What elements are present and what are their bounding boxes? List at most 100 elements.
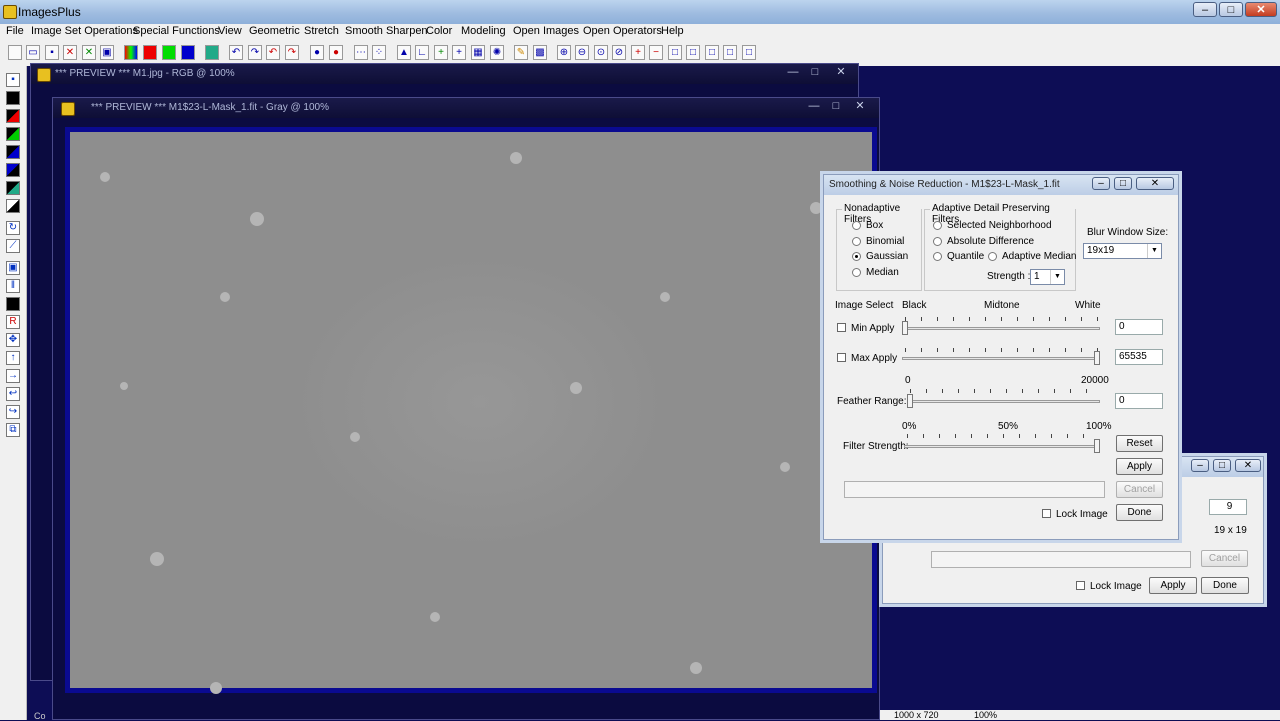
maximize-button[interactable]: □ [1213, 459, 1231, 472]
pencil-icon[interactable]: ✎ [514, 45, 528, 60]
dotted-line-icon[interactable]: ⋯ [354, 45, 368, 60]
zoom-fit-icon[interactable]: ⊙ [594, 45, 608, 60]
feather-field[interactable]: 0 [1115, 393, 1163, 409]
radio-binomial[interactable] [852, 237, 861, 246]
preview-window-gray-titlebar[interactable]: *** PREVIEW *** M1$23-L-Mask_1.fit - Gra… [53, 98, 879, 118]
menu-open-operators[interactable]: Open Operators [583, 25, 662, 37]
menu-file[interactable]: File [6, 25, 24, 37]
menu-smooth-sharpen[interactable]: Smooth Sharpen [345, 25, 428, 37]
close-button[interactable]: ✕ [851, 100, 869, 113]
apply-button[interactable]: Apply [1149, 577, 1197, 594]
menu-modeling[interactable]: Modeling [461, 25, 506, 37]
menu-special-functions[interactable]: Special Functions [133, 25, 220, 37]
radio-box[interactable] [852, 221, 861, 230]
plus-icon[interactable]: + [434, 45, 448, 60]
close-button[interactable]: ✕ [1136, 177, 1174, 190]
window-size-field[interactable]: 9 [1209, 499, 1247, 515]
menu-geometric[interactable]: Geometric [249, 25, 300, 37]
r-icon[interactable]: R [6, 315, 20, 329]
save-icon[interactable]: ▪ [45, 45, 59, 60]
close-all-icon[interactable]: ✕ [82, 45, 96, 60]
feather-slider[interactable] [907, 394, 913, 408]
lock-image-checkbox[interactable] [1076, 581, 1085, 590]
zoom-in-icon[interactable]: ⊕ [557, 45, 571, 60]
done-button[interactable]: Done [1201, 577, 1249, 594]
undo-all-icon[interactable]: ↶ [266, 45, 280, 60]
rgb-icon[interactable] [124, 45, 138, 60]
move-icon[interactable]: ✥ [6, 333, 20, 347]
minimize-button[interactable]: — [784, 66, 802, 79]
preview-window-gray[interactable]: *** PREVIEW *** M1$23-L-Mask_1.fit - Gra… [52, 97, 880, 720]
max-apply-field[interactable]: 65535 [1115, 349, 1163, 365]
radio-selected-neighborhood[interactable] [933, 221, 942, 230]
black-icon[interactable] [6, 297, 20, 311]
invert-icon[interactable] [6, 199, 20, 213]
blur-window-select[interactable]: 19x19 ▼ [1083, 243, 1162, 259]
menu-stretch[interactable]: Stretch [304, 25, 339, 37]
undo-step-icon[interactable]: ↩ [6, 387, 20, 401]
blue-point-icon[interactable] [6, 145, 20, 159]
mosaic-icon[interactable]: ▩ [533, 45, 547, 60]
ellipse-select-icon[interactable]: ● [310, 45, 324, 60]
grid-icon[interactable] [205, 45, 219, 60]
strength-select[interactable]: 1 ▼ [1030, 269, 1065, 285]
preview-image[interactable] [65, 127, 877, 694]
red-point-icon[interactable] [6, 109, 20, 123]
maximize-button[interactable]: □ [1114, 177, 1132, 190]
radio-quantile[interactable] [933, 252, 942, 261]
subtract-icon[interactable]: − [649, 45, 663, 60]
scatter-icon[interactable]: ⁘ [372, 45, 386, 60]
red-channel-icon[interactable] [143, 45, 157, 60]
redo-icon[interactable]: ↷ [248, 45, 262, 60]
min-apply-checkbox[interactable] [837, 323, 846, 332]
min-apply-field[interactable]: 0 [1115, 319, 1163, 335]
window-5-icon[interactable]: □ [742, 45, 756, 60]
new-icon[interactable] [8, 45, 22, 60]
zoom-actual-icon[interactable]: ⊘ [612, 45, 626, 60]
zoom-out-icon[interactable]: ⊖ [575, 45, 589, 60]
radio-median[interactable] [852, 268, 861, 277]
blue-channel-icon[interactable] [181, 45, 195, 60]
point-select-icon[interactable]: ● [329, 45, 343, 60]
copy-icon[interactable]: ▣ [100, 45, 114, 60]
menu-view[interactable]: View [218, 25, 242, 37]
window-4-icon[interactable]: □ [723, 45, 737, 60]
radio-adaptive-median[interactable] [988, 252, 997, 261]
lock-image-checkbox[interactable] [1042, 509, 1051, 518]
min-apply-slider[interactable] [902, 321, 908, 335]
arrow-right-icon[interactable]: → [6, 369, 20, 383]
reset-button[interactable]: Reset [1116, 435, 1163, 452]
snapshot-icon[interactable]: ⧉ [6, 423, 20, 437]
cancel-button[interactable]: Cancel [1116, 481, 1163, 498]
window-1-icon[interactable]: □ [668, 45, 682, 60]
diagonal-icon[interactable]: ⟋ [6, 239, 20, 253]
smoothing-dialog-titlebar[interactable]: Smoothing & Noise Reduction - M1$23-L-Ma… [824, 175, 1178, 195]
frame-icon[interactable]: ▣ [6, 261, 20, 275]
teal-black-icon[interactable] [6, 181, 20, 195]
minimize-button[interactable]: – [1193, 2, 1217, 17]
close-button[interactable]: ✕ [1235, 459, 1261, 472]
maximize-button[interactable]: □ [1219, 2, 1243, 17]
done-button[interactable]: Done [1116, 504, 1163, 521]
save-icon[interactable]: ▪ [6, 73, 20, 87]
smoothing-dialog[interactable]: Smoothing & Noise Reduction - M1$23-L-Ma… [823, 174, 1179, 540]
redo-all-icon[interactable]: ↷ [285, 45, 299, 60]
redo-step-icon[interactable]: ↪ [6, 405, 20, 419]
undo-icon[interactable]: ↶ [229, 45, 243, 60]
maximize-button[interactable]: □ [827, 100, 845, 113]
max-apply-checkbox[interactable] [837, 353, 846, 362]
window-2-icon[interactable]: □ [686, 45, 700, 60]
black-point-icon[interactable] [6, 91, 20, 105]
arrow-up-icon[interactable]: ↑ [6, 351, 20, 365]
palette-icon[interactable]: ✺ [490, 45, 504, 60]
levels-icon[interactable]: ‖ [6, 279, 20, 293]
menu-image-set-operations[interactable]: Image Set Operations [31, 25, 138, 37]
green-channel-icon[interactable] [162, 45, 176, 60]
curve-icon[interactable]: ∟ [415, 45, 429, 60]
max-apply-slider[interactable] [1094, 351, 1100, 365]
apply-button[interactable]: Apply [1116, 458, 1163, 475]
radio-absolute-difference[interactable] [933, 237, 942, 246]
rotate-icon[interactable]: ↻ [6, 221, 20, 235]
menu-help[interactable]: Help [661, 25, 684, 37]
menu-open-images[interactable]: Open Images [513, 25, 579, 37]
